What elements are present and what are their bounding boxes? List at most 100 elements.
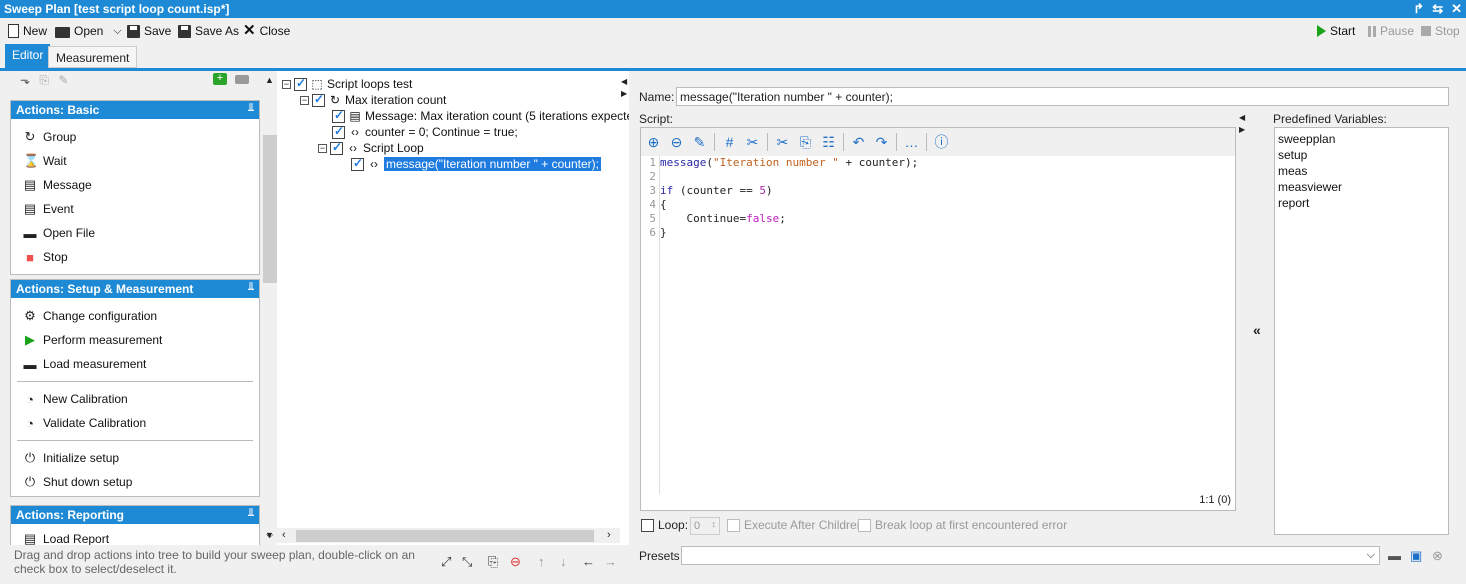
- pen-icon[interactable]: ✎: [691, 134, 708, 151]
- list-item[interactable]: sweepplan: [1278, 132, 1335, 146]
- node-checkbox[interactable]: [332, 124, 345, 139]
- actions-scrollbar[interactable]: ▲ ▼: [263, 71, 277, 545]
- list-item[interactable]: setup: [1278, 148, 1307, 162]
- action-change-configuration[interactable]: ⚙ Change configuration: [23, 307, 157, 325]
- action-open-file[interactable]: ▬ Open File: [23, 224, 96, 242]
- drag-icon[interactable]: ⬎: [20, 73, 30, 87]
- action-load-report[interactable]: ▤ Load Report: [23, 530, 109, 545]
- clear-icon[interactable]: ⊗: [1432, 548, 1443, 564]
- scroll-down-icon[interactable]: ⌵: [266, 530, 274, 541]
- code-area[interactable]: message("Iteration number " + counter); …: [659, 156, 1235, 494]
- scrollbar-thumb[interactable]: [296, 530, 594, 542]
- save-button[interactable]: Save: [127, 22, 171, 40]
- action-initialize-setup[interactable]: ⏻ Initialize setup: [23, 449, 119, 467]
- stepper-icon[interactable]: ↕: [712, 519, 717, 529]
- tab-editor[interactable]: Editor: [5, 44, 51, 68]
- help-icon[interactable]: ⓘ: [933, 132, 950, 152]
- panel-arrow-icon[interactable]: ◀: [1239, 113, 1245, 122]
- hash-icon[interactable]: #: [721, 134, 738, 150]
- move-up-icon[interactable]: ↑: [538, 554, 545, 569]
- node-checkbox[interactable]: [332, 108, 345, 123]
- copy-icon[interactable]: ⎘: [488, 554, 498, 570]
- copy-icon[interactable]: ⎘: [39, 73, 49, 87]
- group-header-basic[interactable]: Actions: Basic ⫫: [11, 101, 259, 119]
- zoom-in-icon[interactable]: ⊕: [645, 134, 662, 151]
- save-icon[interactable]: ▣: [1410, 548, 1422, 564]
- action-validate-calibration[interactable]: ◔ Validate Calibration: [23, 414, 146, 432]
- tree-node-message[interactable]: ▤ Message: Max iteration count (5 iterat…: [332, 108, 629, 124]
- comment-icon[interactable]: …: [903, 134, 920, 150]
- copy-icon[interactable]: ⎘: [797, 134, 814, 151]
- move-left-icon[interactable]: ←: [582, 554, 595, 569]
- presets-select[interactable]: ⌵: [681, 546, 1380, 565]
- redo-icon[interactable]: ↷: [873, 134, 890, 151]
- tab-measurement[interactable]: Measurement: [48, 46, 138, 68]
- save-as-button[interactable]: Save As: [178, 22, 239, 40]
- close-button[interactable]: ✕ Close: [243, 22, 290, 40]
- collapse-chevron-icon[interactable]: ⫫: [248, 507, 254, 520]
- loop-option[interactable]: Loop:: [641, 518, 688, 532]
- panel-arrow-icon[interactable]: ▶: [621, 89, 627, 98]
- start-button[interactable]: Start: [1317, 22, 1355, 40]
- open-button[interactable]: Open ⌵: [55, 22, 122, 40]
- loop-checkbox[interactable]: [641, 518, 654, 532]
- collapse-toggle[interactable]: −: [300, 95, 309, 105]
- execute-after-children-option[interactable]: Execute After Children: [727, 518, 863, 532]
- close-window-icon[interactable]: ✕: [1451, 1, 1462, 17]
- move-right-icon[interactable]: →: [604, 554, 617, 569]
- edit-icon[interactable]: ✎: [58, 73, 68, 87]
- delete-icon[interactable]: ⊖: [510, 554, 521, 570]
- scrollbar-thumb[interactable]: [263, 135, 277, 283]
- scroll-right-icon[interactable]: ›: [607, 529, 611, 541]
- remove-icon[interactable]: [235, 75, 249, 84]
- action-new-calibration[interactable]: ◔ New Calibration: [23, 390, 128, 408]
- tree-node-group[interactable]: − ↻ Max iteration count: [300, 92, 446, 108]
- action-message[interactable]: ▤ Message: [23, 176, 92, 194]
- action-stop[interactable]: ■ Stop: [23, 248, 68, 266]
- collapse-chevron-icon[interactable]: ⫫: [248, 281, 254, 294]
- tree-node-root[interactable]: − ⬚ Script loops test: [282, 76, 412, 92]
- action-group[interactable]: ↻ Group: [23, 128, 77, 146]
- loop-count-stepper[interactable]: 0 ↕: [690, 517, 720, 535]
- break-loop-option[interactable]: Break loop at first encountered error: [858, 518, 1067, 532]
- action-wait[interactable]: ⌛ Wait: [23, 152, 67, 170]
- zoom-out-icon[interactable]: ⊖: [668, 134, 685, 151]
- execute-after-checkbox[interactable]: [727, 518, 740, 532]
- panel-arrow-icon[interactable]: ◀: [621, 77, 627, 86]
- name-field[interactable]: message("Iteration number " + counter);: [676, 87, 1449, 106]
- chevron-down-icon[interactable]: ⌵: [113, 25, 121, 38]
- node-checkbox[interactable]: [312, 92, 325, 107]
- tree-node-script-loop[interactable]: − ‹› Script Loop: [318, 140, 424, 156]
- scroll-up-icon[interactable]: ▲: [265, 75, 274, 85]
- stop-button[interactable]: Stop: [1421, 22, 1460, 40]
- cut-icon[interactable]: ✂: [774, 134, 791, 151]
- list-item[interactable]: meas: [1278, 164, 1307, 178]
- undo-icon[interactable]: ↶: [850, 134, 867, 151]
- action-load-measurement[interactable]: ▬ Load measurement: [23, 355, 147, 373]
- collapse-toggle[interactable]: −: [282, 79, 291, 89]
- node-checkbox[interactable]: [294, 76, 307, 91]
- collapse-chevron-icon[interactable]: ⫫: [248, 102, 254, 115]
- paste-icon[interactable]: ☷: [820, 134, 837, 151]
- panel-arrow-icon[interactable]: ▶: [1239, 125, 1245, 134]
- new-button[interactable]: New: [8, 22, 47, 40]
- node-checkbox[interactable]: [330, 140, 343, 155]
- group-header-setup[interactable]: Actions: Setup & Measurement ⫫: [11, 280, 259, 298]
- action-shut-down-setup[interactable]: ⏻ Shut down setup: [23, 473, 133, 491]
- break-loop-checkbox[interactable]: [858, 518, 871, 532]
- action-event[interactable]: ▤ Event: [23, 200, 74, 218]
- swap-icon[interactable]: ⇆: [1432, 1, 1443, 17]
- tree-horizontal-scrollbar[interactable]: ‹ ›: [277, 528, 620, 543]
- pin-icon[interactable]: ↱: [1413, 1, 1424, 17]
- action-perform-measurement[interactable]: ▶ Perform measurement: [23, 331, 162, 349]
- open-folder-icon[interactable]: ▬: [1388, 548, 1401, 563]
- group-header-reporting[interactable]: Actions: Reporting ⫫: [11, 506, 259, 524]
- collapse-all-icon[interactable]: ⤡: [462, 554, 472, 570]
- collapse-toggle[interactable]: −: [318, 143, 327, 153]
- expand-all-icon[interactable]: ⤢: [441, 554, 451, 570]
- tree-node-script[interactable]: ‹› counter = 0; Continue = true;: [332, 124, 518, 140]
- pause-button[interactable]: Pause: [1368, 22, 1414, 40]
- list-item[interactable]: report: [1278, 196, 1309, 210]
- collapse-panel-icon[interactable]: «: [1253, 322, 1261, 338]
- move-down-icon[interactable]: ↓: [560, 554, 567, 569]
